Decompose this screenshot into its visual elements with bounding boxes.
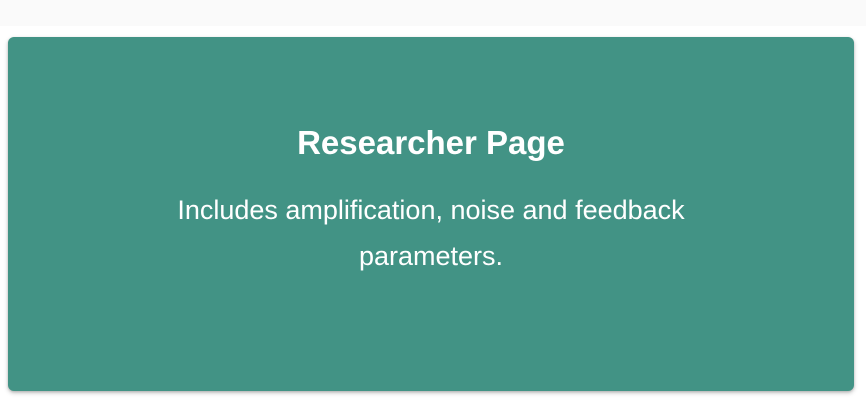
card-title: Researcher Page	[297, 124, 565, 161]
top-strip	[0, 0, 866, 26]
card-description: Includes amplification, noise and feedba…	[177, 195, 685, 271]
researcher-page-card[interactable]: Researcher Page Includes amplification, …	[8, 37, 854, 391]
